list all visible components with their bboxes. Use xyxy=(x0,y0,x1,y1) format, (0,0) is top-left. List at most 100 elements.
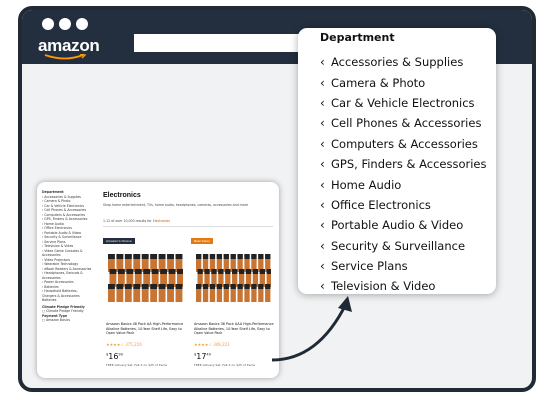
battery-cap-icon xyxy=(258,254,264,259)
battery-cap-icon xyxy=(108,284,115,289)
chevron-left-icon: ‹ xyxy=(320,259,325,274)
battery-cap-icon xyxy=(124,284,132,289)
battery-cap-icon xyxy=(230,284,236,289)
department-item[interactable]: ‹ Computers & Accessories xyxy=(320,134,487,154)
battery-cap-icon xyxy=(209,254,216,259)
department-item[interactable]: ‹ Camera & Photo xyxy=(320,72,487,92)
battery-cap-icon xyxy=(223,254,229,259)
chevron-left-icon: ‹ xyxy=(320,157,325,172)
maximize-dot-icon[interactable] xyxy=(76,18,88,30)
department-item[interactable]: ‹ Security & Surveillance xyxy=(320,236,487,256)
department-item-label: Portable Audio & Video xyxy=(331,218,464,233)
department-item[interactable]: ‹ Car & Vehicle Electronics xyxy=(320,93,487,113)
shipping-info: FREE delivery Sat, Feb 4 on $25 of items xyxy=(106,363,168,367)
battery-cap-icon xyxy=(141,284,149,289)
battery-cap-icon xyxy=(167,284,174,289)
battery-cap-icon xyxy=(209,284,216,289)
department-item[interactable]: ‹ Television & Video xyxy=(320,276,487,296)
battery-cap-icon xyxy=(108,254,115,259)
battery-cap-icon xyxy=(116,284,124,289)
battery-cap-icon xyxy=(244,254,250,259)
battery-cap-icon xyxy=(202,284,209,289)
department-item[interactable]: ‹ Cell Phones & Accessories xyxy=(320,113,487,133)
amazon-smile-icon xyxy=(44,54,87,60)
chevron-left-icon: ‹ xyxy=(320,95,325,110)
aaa-batteries-image xyxy=(196,254,271,302)
department-item[interactable]: ‹ Service Plans xyxy=(320,256,487,276)
thumbnail-sidebar-item[interactable]: ‹ GPS, Finders & Accessories xyxy=(42,217,92,222)
battery-cap-icon xyxy=(133,254,141,259)
thumbnail-page-title: Electronics xyxy=(103,192,141,199)
thumbnail-sidebar-item[interactable]: ‹ Cell Phones & Accessories xyxy=(42,208,92,213)
close-dot-icon[interactable] xyxy=(42,18,54,30)
battery-cap-icon xyxy=(177,269,183,274)
chevron-left-icon: ‹ xyxy=(320,116,325,131)
battery-cap-icon xyxy=(168,269,176,274)
shipping-info: FREE delivery Sat, Feb 4 on $25 of items xyxy=(194,363,256,367)
battery-cap-icon xyxy=(238,269,245,274)
battery-cap-icon xyxy=(151,269,159,274)
battery-cap-icon xyxy=(196,254,202,259)
chevron-left-icon: ‹ xyxy=(320,218,325,233)
battery-cap-icon xyxy=(265,284,271,289)
department-item[interactable]: ‹ Accessories & Supplies xyxy=(320,52,487,72)
department-panel: Department ‹ Accessories & Supplies ‹ Camer… xyxy=(298,28,496,294)
thumbnail-sidebar-list: ‹ Accessories & Supplies ‹ Camera & Photo… xyxy=(42,195,92,303)
battery-cap-icon xyxy=(150,284,158,289)
minimize-dot-icon[interactable] xyxy=(59,18,71,30)
department-item[interactable]: ‹ Portable Audio & Video xyxy=(320,215,487,235)
product-title[interactable]: Amazon Basics 36 Pack AAA High-Performan… xyxy=(194,322,274,336)
battery-cap-icon xyxy=(258,284,264,289)
battery-cap-icon xyxy=(143,269,151,274)
battery-cap-icon xyxy=(251,284,257,289)
thumbnail-sidebar-item[interactable]: Batteries xyxy=(42,298,92,303)
thumbnail-filter2-option[interactable]: □ Amazon Basics xyxy=(42,318,92,323)
battery-cap-icon xyxy=(223,284,229,289)
department-item-label: Security & Surveillance xyxy=(331,238,466,253)
window-controls xyxy=(42,18,88,30)
department-heading: Department xyxy=(320,31,395,44)
battery-cap-icon xyxy=(245,269,252,274)
electronics-page-thumbnail: Department ‹ Accessories & Supplies ‹ Cam… xyxy=(37,182,279,378)
battery-cap-icon xyxy=(197,269,203,274)
battery-cap-icon xyxy=(218,269,224,274)
department-item-label: Cell Phones & Accessories xyxy=(331,116,482,131)
product-title[interactable]: Amazon Basics 48 Pack AA High-Performanc… xyxy=(106,322,186,336)
battery-cap-icon xyxy=(216,254,223,259)
battery-cap-icon xyxy=(244,284,250,289)
battery-cap-icon xyxy=(204,269,210,274)
rating-stars[interactable]: ★★★★☆ 375,216 xyxy=(106,342,142,347)
department-item[interactable]: ‹ Office Electronics xyxy=(320,195,487,215)
department-list: ‹ Accessories & Supplies ‹ Camera & Photo ‹ C… xyxy=(320,52,487,297)
department-item-label: Service Plans xyxy=(331,259,408,274)
curved-arrow-icon xyxy=(271,296,352,362)
department-item-label: Television & Video xyxy=(331,279,436,294)
battery-cap-icon xyxy=(216,284,223,289)
product-card[interactable]: Best Seller Amazon Basics 36 Pack AAA Hi… xyxy=(191,234,275,374)
chevron-left-icon: ‹ xyxy=(320,197,325,212)
battery-cap-icon xyxy=(230,254,236,259)
battery-cap-icon xyxy=(158,284,166,289)
battery-cap-icon xyxy=(109,269,117,274)
rating-stars[interactable]: ★★★★☆ 349,221 xyxy=(194,342,230,347)
department-item[interactable]: ‹ GPS, Finders & Accessories xyxy=(320,154,487,174)
choice-badge: Amazon's Choice xyxy=(103,238,135,244)
department-item[interactable]: ‹ Home Audio xyxy=(320,174,487,194)
best-seller-badge: Best Seller xyxy=(191,238,214,244)
battery-cap-icon xyxy=(225,269,231,274)
chevron-left-icon: ‹ xyxy=(320,75,325,90)
battery-cap-icon xyxy=(141,254,149,259)
battery-cap-icon xyxy=(259,269,265,274)
product-card[interactable]: Amazon's Choice Amazon Basics 48 Pack AA… xyxy=(103,234,187,374)
battery-cap-icon xyxy=(126,269,134,274)
battery-cap-icon xyxy=(196,284,202,289)
amazon-logo[interactable]: amazon xyxy=(38,36,100,56)
search-input[interactable] xyxy=(134,34,320,52)
battery-cap-icon xyxy=(175,254,183,259)
aa-batteries-image xyxy=(108,254,183,302)
product-price: $1749 xyxy=(194,352,211,361)
battery-cap-icon xyxy=(252,269,259,274)
battery-cap-icon xyxy=(158,254,166,259)
battery-cap-icon xyxy=(237,284,243,289)
battery-cap-icon xyxy=(175,284,183,289)
